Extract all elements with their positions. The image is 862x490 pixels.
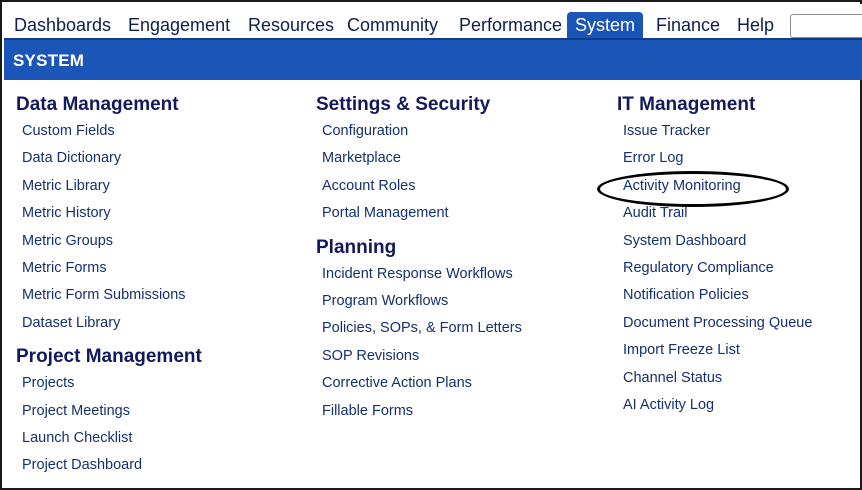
list-item: Fillable Forms xyxy=(316,400,522,427)
list-item: Project Dashboard xyxy=(16,454,202,481)
list-item: Marketplace xyxy=(316,147,522,174)
group-title: Data Management xyxy=(16,94,179,115)
link-metric-library[interactable]: Metric Library xyxy=(22,178,110,194)
tab-finance[interactable]: Finance xyxy=(650,12,726,38)
link-channel-status[interactable]: Channel Status xyxy=(623,370,722,386)
group-data-management: Data Management Custom Fields Data Dicti… xyxy=(16,92,202,339)
tab-system[interactable]: System xyxy=(567,12,644,38)
link-dataset-library[interactable]: Dataset Library xyxy=(22,315,120,331)
link-program-workflows[interactable]: Program Workflows xyxy=(322,293,448,309)
link-list: Configuration Marketplace Account Roles … xyxy=(316,120,522,230)
list-item: Data Dictionary xyxy=(16,147,202,174)
menu-column-1: Data Management Custom Fields Data Dicti… xyxy=(16,92,202,487)
link-system-dashboard[interactable]: System Dashboard xyxy=(623,233,746,249)
link-custom-fields[interactable]: Custom Fields xyxy=(22,123,115,139)
list-item: Portal Management xyxy=(316,202,522,229)
list-item: Custom Fields xyxy=(16,120,202,147)
search-input[interactable] xyxy=(790,14,862,38)
link-marketplace[interactable]: Marketplace xyxy=(322,150,401,166)
list-item: Metric Form Submissions xyxy=(16,284,202,311)
list-item: System Dashboard xyxy=(617,230,812,257)
link-project-dashboard[interactable]: Project Dashboard xyxy=(22,457,142,473)
tab-resources[interactable]: Resources xyxy=(242,12,340,38)
list-item: AI Activity Log xyxy=(617,394,812,421)
link-metric-history[interactable]: Metric History xyxy=(22,205,111,221)
link-sop-revisions[interactable]: SOP Revisions xyxy=(322,348,419,364)
group-planning: Planning Incident Response Workflows Pro… xyxy=(316,235,522,427)
list-item: Configuration xyxy=(316,120,522,147)
link-corrective-action-plans[interactable]: Corrective Action Plans xyxy=(322,375,472,391)
list-item: SOP Revisions xyxy=(316,345,522,372)
list-item: Channel Status xyxy=(617,367,812,394)
tab-performance[interactable]: Performance xyxy=(453,12,568,38)
list-item: Corrective Action Plans xyxy=(316,372,522,399)
list-item: Metric Groups xyxy=(16,230,202,257)
tab-help[interactable]: Help xyxy=(731,12,780,38)
link-audit-trail[interactable]: Audit Trail xyxy=(623,205,687,221)
section-banner: SYSTEM xyxy=(4,38,862,80)
link-project-meetings[interactable]: Project Meetings xyxy=(22,403,130,419)
link-import-freeze-list[interactable]: Import Freeze List xyxy=(623,342,740,358)
link-list: Incident Response Workflows Program Work… xyxy=(316,263,522,427)
link-account-roles[interactable]: Account Roles xyxy=(322,178,416,194)
link-metric-groups[interactable]: Metric Groups xyxy=(22,233,113,249)
link-portal-management[interactable]: Portal Management xyxy=(322,205,449,221)
link-list: Projects Project Meetings Launch Checkli… xyxy=(16,372,202,482)
tab-dashboards[interactable]: Dashboards xyxy=(8,12,117,38)
list-item: Error Log xyxy=(617,147,812,174)
app-frame: Dashboards Engagement Resources Communit… xyxy=(0,0,862,490)
menu-column-2: Settings & Security Configuration Market… xyxy=(316,92,522,432)
list-item: Policies, SOPs, & Form Letters xyxy=(316,317,522,344)
link-metric-form-submissions[interactable]: Metric Form Submissions xyxy=(22,287,186,303)
link-data-dictionary[interactable]: Data Dictionary xyxy=(22,150,121,166)
link-metric-forms[interactable]: Metric Forms xyxy=(22,260,107,276)
link-issue-tracker[interactable]: Issue Tracker xyxy=(623,123,710,139)
top-navigation: Dashboards Engagement Resources Communit… xyxy=(4,4,862,38)
list-item: Metric Forms xyxy=(16,257,202,284)
link-document-processing-queue[interactable]: Document Processing Queue xyxy=(623,315,812,331)
group-title: Settings & Security xyxy=(316,94,491,115)
group-settings-security: Settings & Security Configuration Market… xyxy=(316,92,522,230)
list-item: Program Workflows xyxy=(316,290,522,317)
list-item: Launch Checklist xyxy=(16,427,202,454)
group-title: Planning xyxy=(316,236,397,258)
link-list: Issue Tracker Error Log Activity Monitor… xyxy=(617,120,812,421)
link-list: Custom Fields Data Dictionary Metric Lib… xyxy=(16,120,202,339)
list-item: Document Processing Queue xyxy=(617,312,812,339)
link-activity-monitoring[interactable]: Activity Monitoring xyxy=(623,178,741,194)
link-policies-sops-form-letters[interactable]: Policies, SOPs, & Form Letters xyxy=(322,320,522,336)
tab-community[interactable]: Community xyxy=(341,12,444,38)
list-item: Activity Monitoring xyxy=(617,175,812,202)
list-item: Metric History xyxy=(16,202,202,229)
link-error-log[interactable]: Error Log xyxy=(623,150,683,166)
link-notification-policies[interactable]: Notification Policies xyxy=(623,287,749,303)
link-projects[interactable]: Projects xyxy=(22,375,74,391)
list-item: Import Freeze List xyxy=(617,339,812,366)
list-item: Incident Response Workflows xyxy=(316,263,522,290)
group-title: IT Management xyxy=(617,94,756,115)
link-configuration[interactable]: Configuration xyxy=(322,123,408,139)
group-title: Project Management xyxy=(16,346,202,368)
list-item: Regulatory Compliance xyxy=(617,257,812,284)
link-ai-activity-log[interactable]: AI Activity Log xyxy=(623,397,714,413)
list-item: Dataset Library xyxy=(16,312,202,339)
tab-engagement[interactable]: Engagement xyxy=(122,12,236,38)
link-regulatory-compliance[interactable]: Regulatory Compliance xyxy=(623,260,774,276)
list-item: Issue Tracker xyxy=(617,120,812,147)
group-it-management: IT Management Issue Tracker Error Log Ac… xyxy=(617,92,812,421)
list-item: Audit Trail xyxy=(617,202,812,229)
list-item: Metric Library xyxy=(16,175,202,202)
list-item: Account Roles xyxy=(316,175,522,202)
link-incident-response-workflows[interactable]: Incident Response Workflows xyxy=(322,266,513,282)
link-launch-checklist[interactable]: Launch Checklist xyxy=(22,430,132,446)
menu-column-3: IT Management Issue Tracker Error Log Ac… xyxy=(617,92,812,426)
list-item: Notification Policies xyxy=(617,284,812,311)
list-item: Projects xyxy=(16,372,202,399)
list-item: Project Meetings xyxy=(16,400,202,427)
group-project-management: Project Management Projects Project Meet… xyxy=(16,344,202,482)
link-fillable-forms[interactable]: Fillable Forms xyxy=(322,403,413,419)
section-title: SYSTEM xyxy=(13,51,85,70)
